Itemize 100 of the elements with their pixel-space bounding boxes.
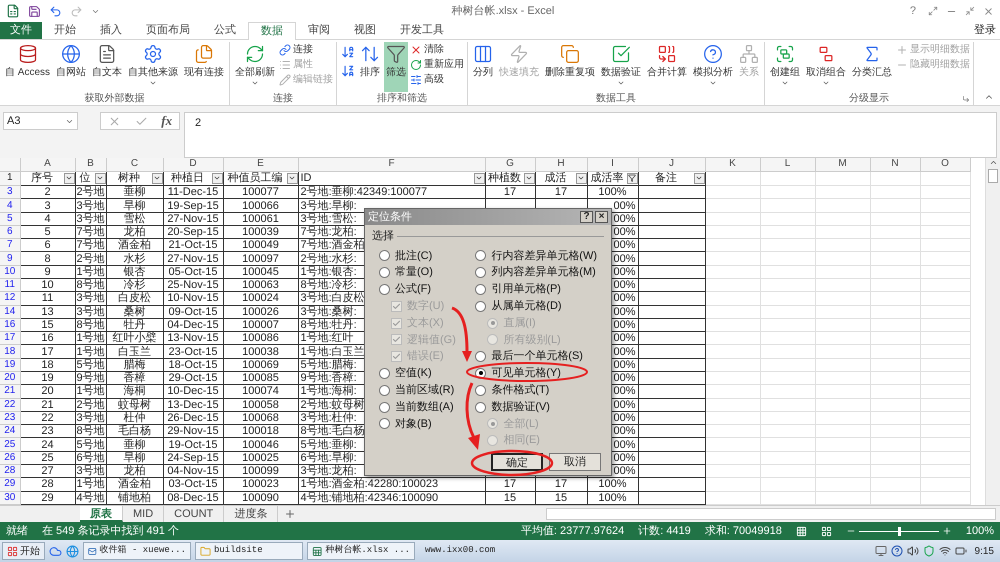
radio-button[interactable] (475, 300, 486, 312)
page-layout-icon[interactable] (820, 526, 832, 536)
ribbon-button[interactable]: 自其他来源 (126, 42, 180, 92)
row-header[interactable]: 21 (0, 384, 20, 398)
start-button[interactable]: 开始 (2, 542, 45, 560)
row-header[interactable]: 25 (0, 438, 20, 452)
row-header[interactable]: 22 (0, 398, 20, 412)
row-header[interactable]: 29 (0, 478, 20, 492)
normal-view-icon[interactable] (796, 526, 807, 536)
help-button[interactable]: ? (580, 211, 593, 223)
add-sheet-icon[interactable] (284, 508, 296, 520)
ribbon-button[interactable]: 数据验证 (599, 42, 644, 92)
column-header[interactable]: C (106, 158, 163, 172)
radio-button[interactable] (379, 402, 390, 413)
row-header[interactable]: 1 (0, 171, 20, 186)
radio-button[interactable] (379, 384, 390, 396)
radio-button[interactable] (379, 284, 390, 295)
row-header[interactable]: 12 (0, 292, 20, 306)
row-header[interactable]: 26 (0, 451, 20, 464)
row-header[interactable]: 17 (0, 332, 20, 345)
column-header[interactable]: K (705, 158, 760, 172)
close-icon[interactable] (983, 6, 994, 16)
sign-in-link[interactable]: 登录 (970, 22, 1000, 39)
enter-icon[interactable] (134, 114, 148, 128)
column-header[interactable]: G (485, 158, 535, 172)
row-header[interactable]: 28 (0, 464, 20, 478)
radio-button[interactable] (379, 250, 390, 262)
ribbon-tab[interactable]: 视图 (342, 22, 388, 39)
row-header[interactable]: 4 (0, 198, 20, 212)
scrollbar-thumb[interactable] (988, 169, 998, 183)
taskbar-button[interactable]: 收件箱 - xuewe... (83, 542, 191, 560)
row-header[interactable]: 7 (0, 238, 20, 252)
ribbon-tab[interactable]: 插入 (88, 22, 134, 39)
row-header[interactable]: 16 (0, 318, 20, 332)
name-box[interactable]: A3 (3, 112, 78, 130)
ribbon-button[interactable]: 筛选 (384, 42, 408, 92)
row-header[interactable]: 18 (0, 344, 20, 358)
row-header[interactable]: 19 (0, 358, 20, 372)
row-header[interactable]: 10 (0, 265, 20, 279)
ribbon-button[interactable]: 合并计算 (645, 42, 690, 92)
column-header[interactable]: F (298, 158, 485, 172)
slider-thumb[interactable] (898, 526, 901, 536)
ribbon-button[interactable]: 连接 (279, 44, 334, 56)
browser-icon[interactable] (66, 544, 79, 558)
file-tab[interactable]: 文件 (0, 22, 42, 39)
column-header[interactable]: O (920, 158, 970, 172)
taskbar-button[interactable]: buildsite (195, 542, 303, 560)
column-header[interactable]: A (20, 158, 75, 172)
ribbon-button[interactable]: 取消组合 (804, 42, 848, 92)
volume-icon[interactable] (906, 545, 919, 557)
column-header[interactable]: B (75, 158, 106, 172)
ribbon-tab[interactable]: 审阅 (296, 22, 342, 39)
dialog-button[interactable]: 确定 (491, 453, 543, 471)
ribbon-button[interactable]: 删除重复项 (543, 42, 598, 92)
radio-button[interactable] (379, 267, 390, 278)
dialog-launcher-icon[interactable] (962, 95, 970, 103)
horizontal-scrollbar[interactable] (546, 508, 996, 520)
row-header[interactable]: 6 (0, 225, 20, 239)
sort-button[interactable] (340, 44, 356, 60)
ribbon-tab[interactable]: 开始 (42, 22, 88, 39)
cancel-icon[interactable] (108, 114, 121, 128)
row-header[interactable]: 11 (0, 278, 20, 292)
column-header[interactable]: M (815, 158, 870, 172)
ribbon-button[interactable]: 自网站 (54, 42, 88, 92)
ribbon-tab[interactable]: 数据 (248, 22, 296, 40)
radio-button[interactable] (379, 368, 390, 379)
ribbon-tab[interactable]: 页面布局 (134, 22, 202, 39)
undo-icon[interactable] (49, 4, 62, 18)
ribbon-button[interactable]: 创建组 (768, 42, 802, 92)
row-header[interactable]: 5 (0, 212, 20, 226)
ribbon-button[interactable]: 分列 (471, 42, 496, 92)
help-button[interactable]: ? (906, 2, 920, 20)
help-icon[interactable] (890, 545, 903, 557)
ribbon-button[interactable]: 清除 (410, 44, 464, 56)
radio-button[interactable] (475, 402, 486, 413)
insert-function-button[interactable]: fx (161, 111, 172, 131)
ribbon-button[interactable]: 现有连接 (182, 42, 226, 92)
column-header[interactable]: I (587, 158, 638, 172)
zoom-in-icon[interactable] (942, 526, 952, 536)
battery-icon[interactable] (954, 545, 967, 557)
scroll-up-icon[interactable] (988, 158, 998, 167)
vertical-scrollbar[interactable] (985, 158, 1000, 505)
formula-input[interactable]: 2 (184, 112, 997, 158)
save-icon[interactable] (28, 4, 41, 18)
row-header[interactable]: 23 (0, 411, 20, 425)
radio-button[interactable] (475, 267, 486, 278)
filter-button[interactable] (626, 172, 638, 184)
row-header[interactable]: 24 (0, 424, 20, 438)
row-header[interactable]: 14 (0, 305, 20, 318)
ribbon-tab[interactable]: 开发工具 (388, 22, 456, 39)
ribbon-button[interactable]: 排序 (358, 42, 382, 92)
row-header[interactable]: 3 (0, 186, 20, 199)
ribbon-button[interactable]: 重新应用 (410, 59, 464, 71)
ribbon-button[interactable]: 高级 (410, 74, 464, 86)
ribbon-button[interactable]: 全部刷新 (233, 42, 278, 92)
restore-icon[interactable] (965, 6, 975, 16)
radio-button[interactable] (475, 351, 486, 362)
column-header[interactable]: L (760, 158, 815, 172)
column-header[interactable]: J (638, 158, 705, 172)
column-header[interactable]: D (163, 158, 223, 172)
